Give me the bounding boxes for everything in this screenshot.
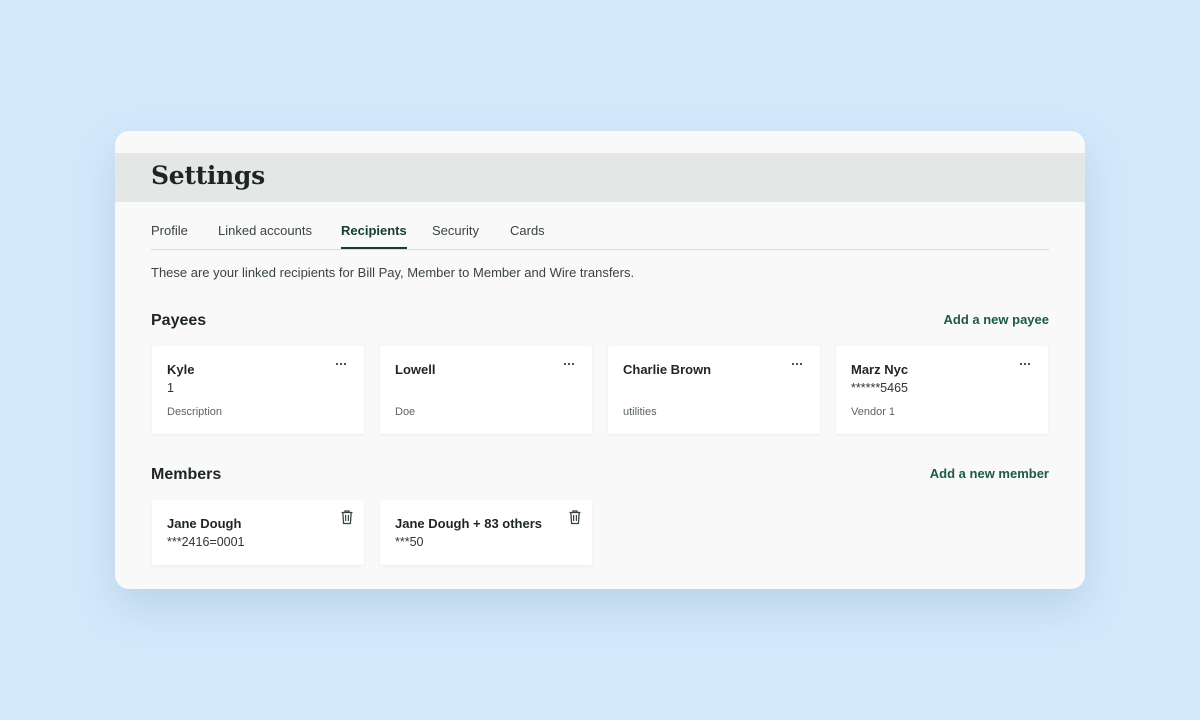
- payee-card[interactable]: Lowell Doe: [380, 346, 592, 434]
- payee-card[interactable]: Marz Nyc ******5465 Vendor 1: [836, 346, 1048, 434]
- more-horizontal-icon[interactable]: [790, 357, 804, 371]
- payee-description: Vendor 1: [851, 406, 896, 418]
- trash-icon[interactable]: [340, 509, 354, 525]
- payee-description: Doe: [395, 406, 416, 418]
- tab-profile[interactable]: Profile: [151, 223, 188, 247]
- payee-card[interactable]: Charlie Brown utilities: [608, 346, 820, 434]
- more-horizontal-icon[interactable]: [1018, 357, 1032, 371]
- payee-card[interactable]: Kyle 1 Description: [152, 346, 364, 434]
- member-name: Jane Dough: [167, 516, 242, 531]
- payee-account: ******5465: [851, 381, 908, 395]
- payees-title: Payees: [151, 312, 207, 329]
- add-member-link[interactable]: Add a new member: [930, 466, 1049, 481]
- recipients-intro: These are your linked recipients for Bil…: [151, 265, 635, 280]
- tab-recipients[interactable]: Recipients: [341, 223, 407, 249]
- member-card[interactable]: Jane Dough + 83 others ***50: [380, 500, 592, 565]
- page-title: Settings: [151, 161, 265, 190]
- payee-description: utilities: [623, 406, 657, 418]
- settings-window: Settings Profile Linked accounts Recipie…: [115, 131, 1085, 589]
- member-account: ***50: [395, 535, 424, 549]
- members-title: Members: [151, 466, 222, 483]
- member-card[interactable]: Jane Dough ***2416=0001: [152, 500, 364, 565]
- payee-name: Kyle: [167, 362, 195, 377]
- payee-name: Charlie Brown: [623, 362, 712, 377]
- payee-name: Lowell: [395, 362, 436, 377]
- payee-description: Description: [167, 406, 223, 418]
- tab-security[interactable]: Security: [432, 223, 479, 247]
- member-account: ***2416=0001: [167, 535, 245, 549]
- more-horizontal-icon[interactable]: [334, 357, 348, 371]
- member-name: Jane Dough + 83 others: [395, 516, 543, 531]
- more-horizontal-icon[interactable]: [562, 357, 576, 371]
- tab-linked-accounts[interactable]: Linked accounts: [218, 223, 312, 247]
- trash-icon[interactable]: [568, 509, 582, 525]
- settings-tabs: Profile Linked accounts Recipients Secur…: [151, 214, 1049, 250]
- tab-cards[interactable]: Cards: [510, 223, 545, 247]
- payee-name: Marz Nyc: [851, 362, 909, 377]
- add-payee-link[interactable]: Add a new payee: [944, 312, 1049, 327]
- payee-account: 1: [167, 381, 174, 395]
- header-band: Settings: [115, 153, 1085, 202]
